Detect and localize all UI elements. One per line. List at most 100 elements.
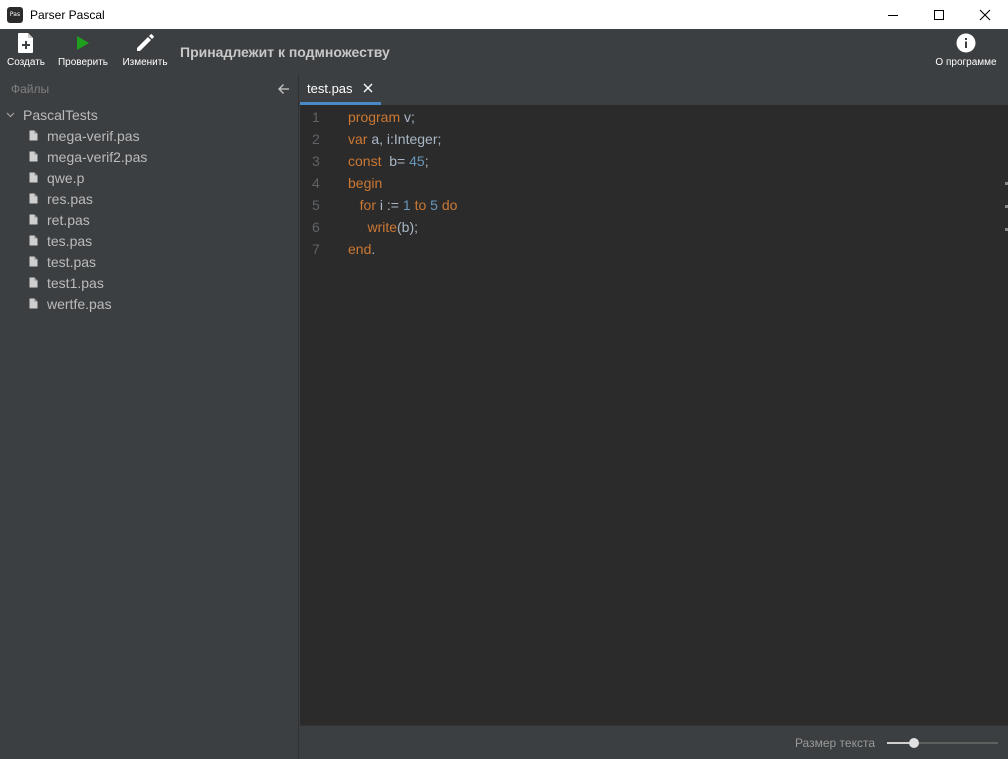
- text-token: .: [371, 241, 376, 257]
- keyword-token: program: [348, 109, 401, 125]
- parse-status-text: Принадлежит к подмножеству: [180, 44, 390, 60]
- window-controls: [870, 0, 1008, 29]
- code-line: 1 program v;: [300, 106, 1008, 128]
- file-icon: [29, 151, 39, 162]
- file-icon: [29, 130, 39, 141]
- create-button[interactable]: Создать: [0, 31, 56, 68]
- text-token: ;: [424, 153, 429, 169]
- line-text: var a, i:Integer;: [348, 131, 441, 147]
- editor-statusbar: Размер текста: [300, 725, 1008, 759]
- keyword-token: for: [359, 197, 377, 213]
- line-number: 6: [312, 219, 320, 235]
- line-text: const b= 45;: [348, 153, 429, 169]
- info-icon: [956, 31, 976, 55]
- code-line: 4 begin: [300, 172, 1008, 194]
- file-icon: [29, 256, 39, 267]
- window-title: Parser Pascal: [30, 7, 105, 22]
- number-token: 5: [430, 197, 438, 213]
- window-titlebar[interactable]: Pas Parser Pascal: [0, 0, 1008, 29]
- file-label: mega-verif.pas: [47, 127, 140, 144]
- file-item[interactable]: ret.pas: [0, 209, 298, 230]
- tab-test-pas[interactable]: test.pas: [300, 74, 381, 105]
- keyword-token: end: [348, 241, 372, 257]
- text-token: a, i:Integer;: [367, 131, 442, 147]
- text-token: (b);: [397, 219, 419, 235]
- file-label: tes.pas: [47, 232, 93, 249]
- code-line: 7 end.: [300, 238, 1008, 260]
- code-line: 2 var a, i:Integer;: [300, 128, 1008, 150]
- file-item[interactable]: test.pas: [0, 251, 298, 272]
- file-item[interactable]: test1.pas: [0, 272, 298, 293]
- keyword-token: do: [441, 197, 458, 213]
- editor-tabbar: test.pas: [300, 74, 1008, 105]
- line-number: 2: [312, 131, 320, 147]
- file-label: res.pas: [47, 190, 93, 207]
- line-number: 1: [312, 109, 320, 125]
- check-button[interactable]: Проверить: [53, 31, 113, 68]
- line-text: end.: [348, 241, 375, 257]
- create-label: Создать: [6, 57, 45, 68]
- slider-knob[interactable]: [908, 738, 919, 748]
- text-token: i :=: [376, 197, 403, 213]
- chevron-down-icon[interactable]: [6, 112, 18, 118]
- file-list: mega-verif.pas mega-verif2.pas qwe.p res.pa…: [0, 125, 298, 314]
- file-item[interactable]: mega-verif.pas: [0, 125, 298, 146]
- minimize-button[interactable]: [870, 0, 916, 29]
- maximize-button[interactable]: [916, 0, 962, 29]
- check-label: Проверить: [57, 57, 108, 68]
- keyword-token: write: [367, 219, 398, 235]
- arrow-left-icon: [278, 84, 289, 94]
- text-size-slider[interactable]: [887, 738, 998, 748]
- tree-root-folder[interactable]: PascalTests: [0, 104, 298, 125]
- file-label: test1.pas: [47, 274, 104, 291]
- text-token: b=: [381, 153, 410, 169]
- file-item[interactable]: wertfe.pas: [0, 293, 298, 314]
- app-icon: Pas: [7, 6, 23, 23]
- line-number: 5: [312, 197, 320, 213]
- line-number: 3: [312, 153, 320, 169]
- file-icon: [29, 298, 39, 309]
- collapse-sidebar-button[interactable]: [278, 83, 290, 95]
- minimize-icon: [888, 14, 898, 16]
- file-icon: [29, 277, 39, 288]
- code-line: 3 const b= 45;: [300, 150, 1008, 172]
- about-label: О программе: [935, 57, 997, 68]
- number-token: 1: [402, 197, 411, 213]
- sidebar-title: Файлы: [11, 82, 50, 96]
- tab-close-button[interactable]: [363, 83, 373, 93]
- maximize-icon: [934, 9, 944, 20]
- file-label: mega-verif2.pas: [47, 148, 148, 165]
- file-sidebar: Файлы PascalTests mega-verif.pas mega-ver…: [0, 74, 299, 759]
- file-label: ret.pas: [47, 211, 90, 228]
- close-window-button[interactable]: [962, 0, 1008, 29]
- file-label: test.pas: [47, 253, 97, 270]
- number-token: 45: [409, 153, 425, 169]
- file-icon: [29, 214, 39, 225]
- file-item[interactable]: mega-verif2.pas: [0, 146, 298, 167]
- keyword-token: const: [348, 153, 382, 169]
- file-icon: [29, 193, 39, 204]
- tree-root-label: PascalTests: [23, 106, 98, 123]
- edit-label: Изменить: [122, 57, 168, 68]
- toolbar: Создать Проверить Изменить Принадлежит к…: [0, 29, 1008, 74]
- sidebar-header: Файлы: [0, 74, 298, 104]
- keyword-token: to: [414, 197, 427, 213]
- text-token: v;: [400, 109, 415, 125]
- play-icon: [76, 31, 90, 55]
- edit-button[interactable]: Изменить: [115, 31, 175, 68]
- line-text: begin: [348, 175, 382, 191]
- about-button[interactable]: О программе: [928, 31, 1004, 68]
- file-item[interactable]: res.pas: [0, 188, 298, 209]
- file-icon: [29, 172, 39, 183]
- new-file-icon: [17, 31, 35, 55]
- file-item[interactable]: tes.pas: [0, 230, 298, 251]
- code-editor[interactable]: 1 program v; 2 var a, i:Integer; 3 const b= 4…: [300, 106, 1008, 260]
- file-icon: [29, 235, 39, 246]
- line-text: write(b);: [348, 219, 418, 235]
- line-number: 4: [312, 175, 320, 191]
- close-icon: [979, 9, 991, 20]
- keyword-token: begin: [348, 175, 383, 191]
- file-item[interactable]: qwe.p: [0, 167, 298, 188]
